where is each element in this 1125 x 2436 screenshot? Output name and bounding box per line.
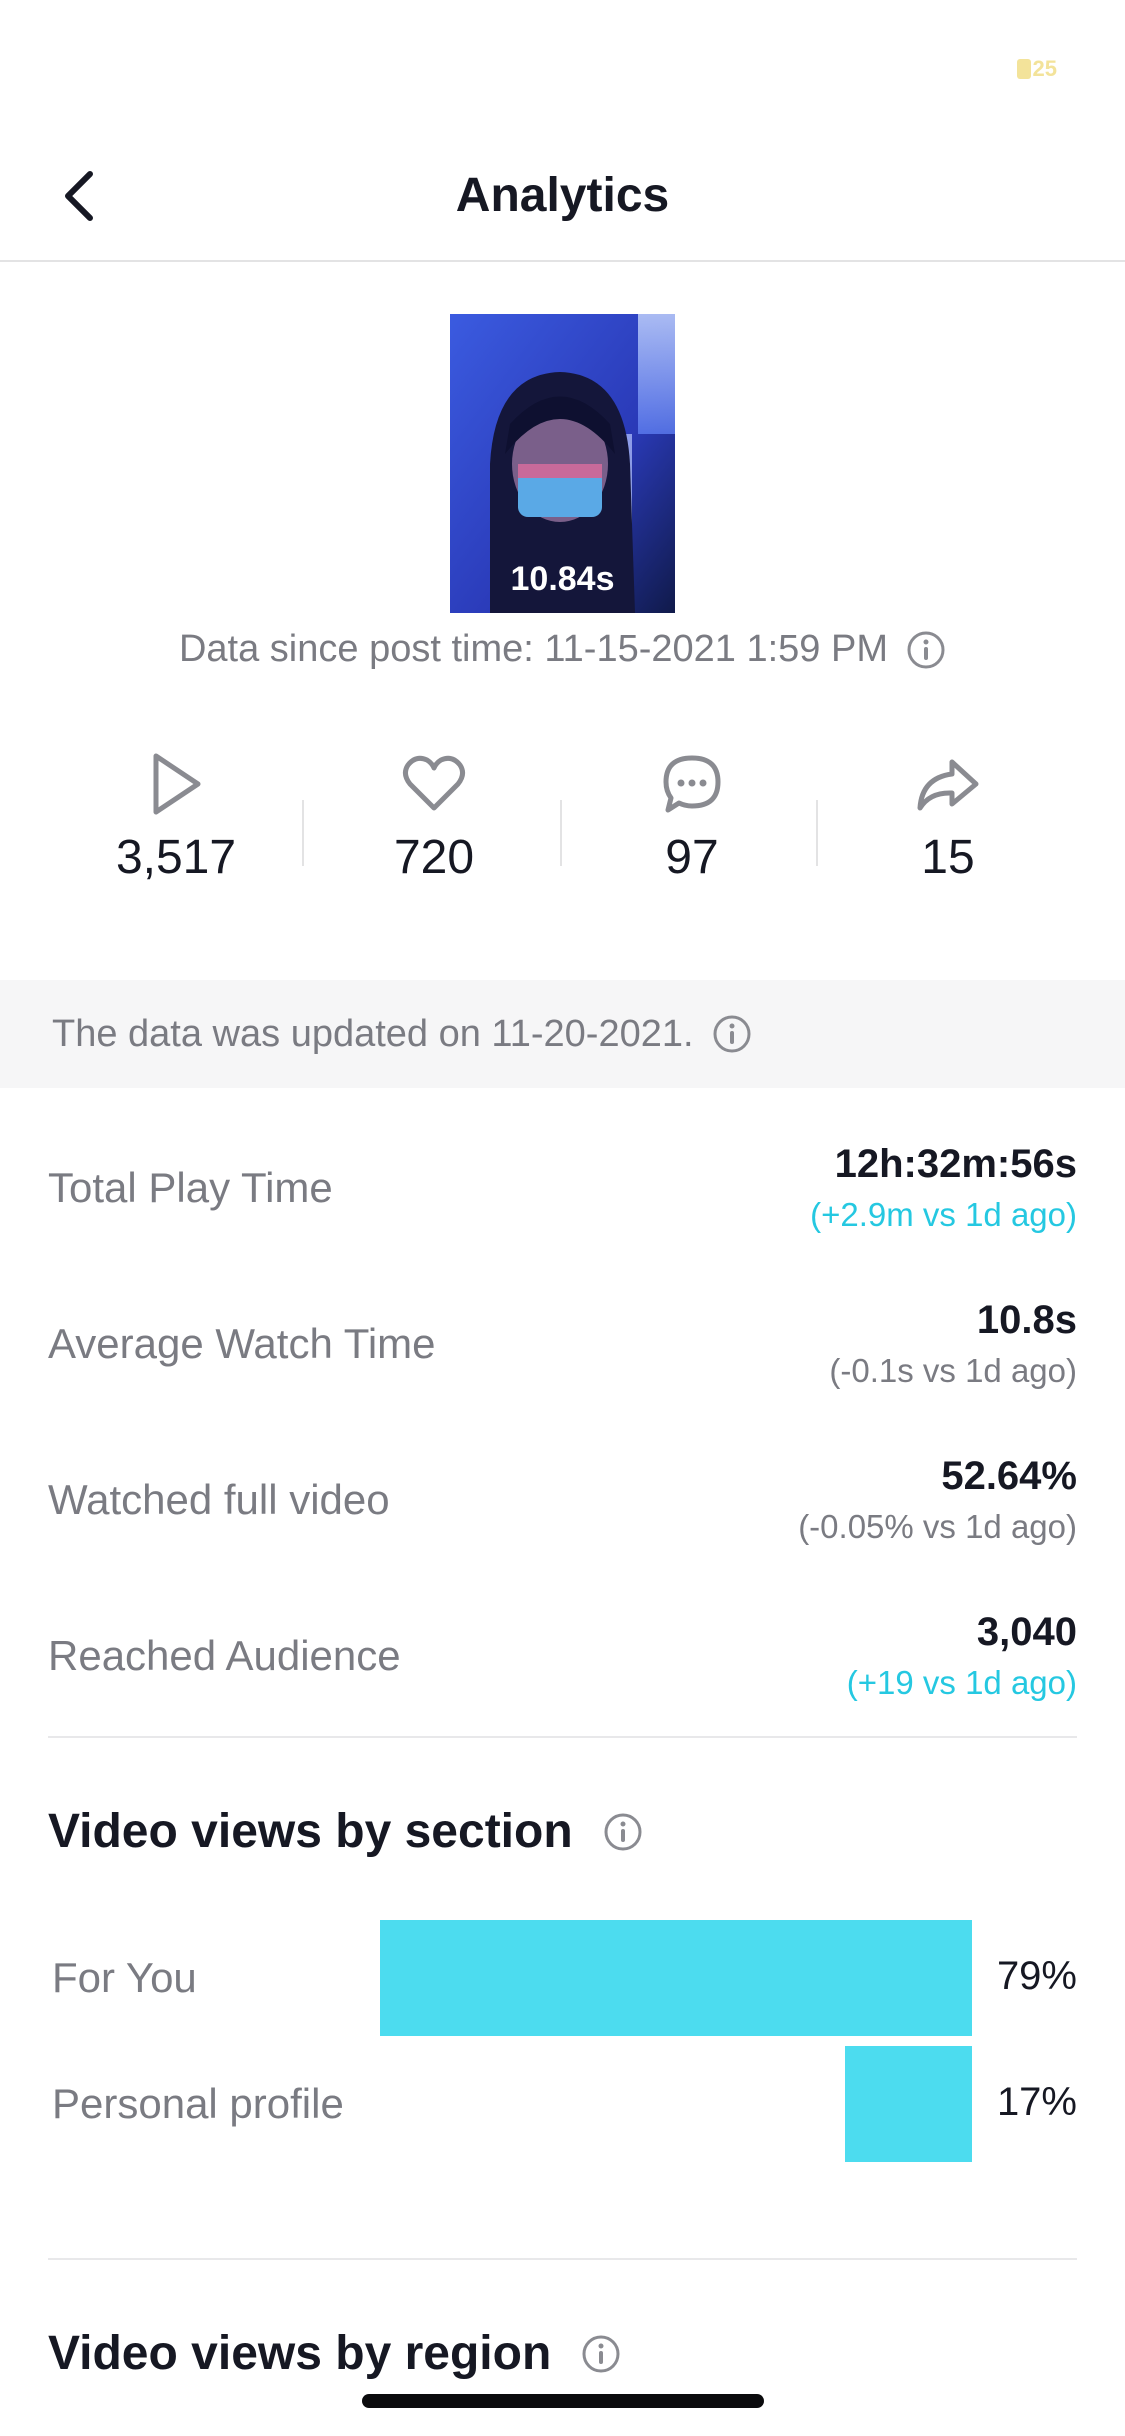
updated-label: The data was updated on 11-20-2021. (52, 1012, 694, 1055)
home-indicator[interactable] (362, 2394, 764, 2408)
metric-value: 97 (665, 831, 719, 884)
section-title-text: Video views by section (48, 1805, 573, 1858)
metric-value: 3,517 (115, 831, 237, 884)
divider (302, 800, 304, 866)
stat-delta: (+19 vs 1d ago) (846, 1664, 1077, 1701)
stat-reached-audience: Reached Audience 3,040 (+19 vs 1d ago) (48, 1588, 1077, 1744)
metric-value: 720 (393, 831, 475, 884)
stat-delta: (+2.9m vs 1d ago) (810, 1196, 1077, 1233)
stats-list: Total Play Time 12h:32m:56s (+2.9m vs 1d… (48, 1120, 1077, 1744)
bar-percent: 79% (996, 1954, 1077, 1998)
video-thumbnail[interactable]: 10.84s (450, 314, 675, 613)
stat-delta: (-0.05% vs 1d ago) (798, 1508, 1077, 1545)
status-bar: 25 (0, 0, 1125, 130)
comment-icon (663, 755, 721, 813)
metric-likes: 720 (344, 752, 524, 885)
battery-icon (1016, 59, 1031, 79)
metric-views: 3,517 (86, 752, 266, 885)
data-updated-notice: The data was updated on 11-20-2021. (0, 980, 1125, 1088)
metric-shares: 15 (858, 752, 1038, 885)
bar-label: For You (52, 1954, 197, 2001)
stat-label: Watched full video (48, 1476, 390, 1523)
bar-percent: 17% (996, 2080, 1077, 2124)
stat-value: 3,040 (976, 1610, 1077, 1654)
info-icon[interactable] (906, 630, 946, 670)
bar-fill (845, 2046, 972, 2162)
stat-total-play-time: Total Play Time 12h:32m:56s (+2.9m vs 1d… (48, 1120, 1077, 1276)
stat-value: 52.64% (941, 1454, 1077, 1498)
section-title-text: Video views by region (48, 2327, 552, 2380)
page-title: Analytics (455, 169, 670, 222)
bar-label: Personal profile (52, 2080, 344, 2127)
metric-comments: 97 (602, 752, 782, 885)
stat-value: 10.8s (976, 1298, 1077, 1342)
stat-label: Reached Audience (48, 1632, 401, 1679)
stat-label: Total Play Time (48, 1164, 333, 1211)
section-divider (48, 1736, 1077, 1738)
views-by-region-title: Video views by region (48, 2326, 621, 2381)
divider (816, 800, 818, 866)
share-icon (917, 759, 979, 811)
post-time-info: Data since post time: 11-15-2021 1:59 PM (0, 628, 1125, 671)
divider (560, 800, 562, 866)
video-duration: 10.84s (510, 560, 615, 598)
section-bar-row: For You 79% (52, 1920, 1077, 2036)
stat-delta: (-0.1s vs 1d ago) (829, 1352, 1077, 1389)
play-icon (153, 753, 201, 815)
nav-bar: Analytics (0, 130, 1125, 262)
bar-track (380, 2046, 972, 2162)
section-divider (48, 2258, 1077, 2260)
post-time-label: Data since post time: 11-15-2021 1:59 PM (178, 628, 888, 670)
info-icon[interactable] (712, 1014, 752, 1054)
info-icon[interactable] (581, 2334, 621, 2374)
bar-fill (380, 1920, 972, 2036)
battery-level: 25 (1032, 56, 1057, 81)
stat-watched-full-video: Watched full video 52.64% (-0.05% vs 1d … (48, 1432, 1077, 1588)
stat-average-watch-time: Average Watch Time 10.8s (-0.1s vs 1d ag… (48, 1276, 1077, 1432)
bar-track (380, 1920, 972, 2036)
views-by-section-title: Video views by section (48, 1804, 643, 1859)
battery-indicator: 25 (1016, 56, 1057, 82)
engagement-metrics: 3,517 720 97 15 (0, 752, 1125, 912)
heart-icon (402, 755, 466, 811)
section-bar-row: Personal profile 17% (52, 2046, 1077, 2162)
info-icon[interactable] (603, 1812, 643, 1852)
stat-value: 12h:32m:56s (834, 1142, 1077, 1186)
metric-value: 15 (921, 831, 975, 884)
stat-label: Average Watch Time (48, 1320, 436, 1367)
